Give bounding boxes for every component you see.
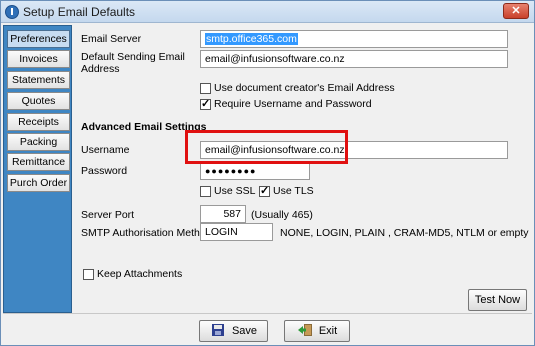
title-bar: Setup Email Defaults ✕	[1, 1, 534, 23]
keep-attachments-checkbox[interactable]	[83, 269, 94, 280]
footer-divider	[3, 313, 532, 314]
use-creator-email-checkbox[interactable]	[200, 83, 211, 94]
close-button[interactable]: ✕	[503, 3, 529, 19]
keep-attachments-label: Keep Attachments	[97, 268, 183, 280]
sidebar-item-receipts[interactable]: Receipts	[7, 113, 70, 131]
sidebar-item-remittance[interactable]: Remittance	[7, 153, 70, 171]
use-ssl-label: Use SSL	[214, 185, 256, 197]
email-server-field[interactable]: smtp.office365.com	[200, 30, 508, 48]
use-ssl-checkbox[interactable]	[200, 186, 211, 197]
smtp-auth-label: SMTP Authorisation Method	[81, 227, 212, 239]
smtp-auth-field[interactable]: LOGIN	[200, 223, 273, 241]
default-sending-label-line1: Default Sending Email	[81, 51, 185, 63]
use-tls-checkbox[interactable]	[259, 184, 270, 197]
default-sending-label-line2: Address	[81, 63, 120, 75]
setup-email-defaults-window: Setup Email Defaults ✕ Preferences Invoi…	[0, 0, 535, 346]
use-tls-label: Use TLS	[273, 185, 314, 197]
window-title: Setup Email Defaults	[23, 5, 136, 19]
smtp-auth-hint: NONE, LOGIN, PLAIN , CRAM-MD5, NTLM or e…	[280, 227, 529, 239]
require-auth-checkbox[interactable]	[200, 97, 211, 110]
email-server-value: smtp.office365.com	[205, 33, 298, 45]
password-label: Password	[81, 165, 128, 177]
server-port-label: Server Port	[81, 209, 135, 221]
sidebar-item-quotes[interactable]: Quotes	[7, 92, 70, 110]
username-highlight-box	[185, 130, 348, 164]
app-power-icon	[5, 5, 19, 19]
preferences-panel: Email Server smtp.office365.com Default …	[74, 25, 532, 313]
floppy-disk-icon	[211, 324, 224, 336]
server-port-hint: (Usually 465)	[251, 209, 313, 221]
sidebar-item-purch-order[interactable]: Purch Order	[7, 174, 70, 192]
username-label: Username	[81, 144, 130, 156]
save-button[interactable]: Save	[199, 320, 268, 342]
sidebar: Preferences Invoices Statements Quotes R…	[3, 25, 72, 313]
use-creator-email-label: Use document creator's Email Address	[214, 82, 395, 94]
default-sending-email-field[interactable]: email@infusionsoftware.co.nz	[200, 50, 508, 68]
test-now-button[interactable]: Test Now	[468, 289, 527, 311]
sidebar-item-statements[interactable]: Statements	[7, 71, 70, 89]
sidebar-item-preferences[interactable]: Preferences	[7, 30, 70, 48]
password-field[interactable]: ●●●●●●●●	[200, 162, 310, 180]
sidebar-item-packing-slips[interactable]: Packing Slips	[7, 133, 70, 164]
server-port-field[interactable]: 587	[200, 205, 246, 223]
email-server-label: Email Server	[81, 33, 142, 45]
sidebar-item-invoices[interactable]: Invoices	[7, 50, 70, 68]
exit-label: Exit	[318, 325, 338, 337]
require-auth-label: Require Username and Password	[214, 98, 372, 110]
exit-button[interactable]: Exit	[284, 320, 350, 342]
exit-door-icon	[297, 324, 312, 336]
save-label: Save	[231, 325, 258, 337]
